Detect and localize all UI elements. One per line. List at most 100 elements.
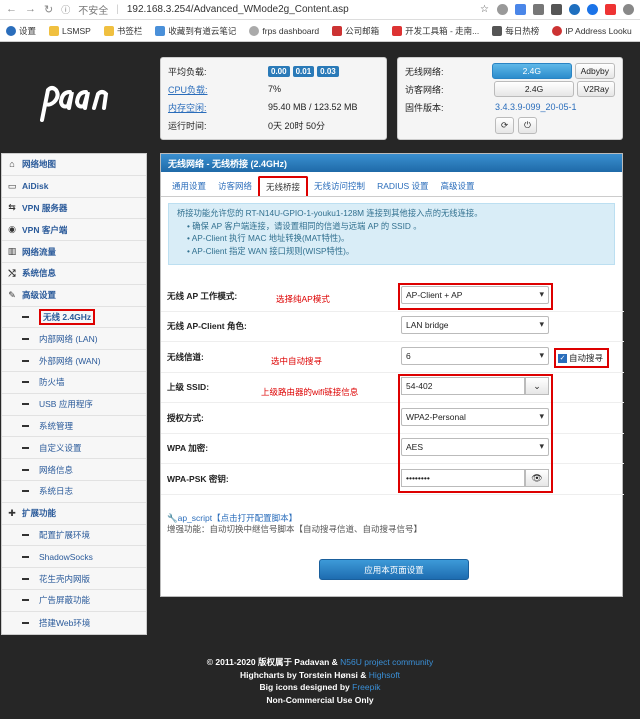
tab-radius[interactable]: RADIUS 设置 — [371, 176, 434, 196]
sidebar-item-network-map[interactable]: ⌂ 网络地图 — [2, 154, 146, 176]
forward-icon[interactable]: → — [25, 3, 36, 16]
translate-icon[interactable] — [515, 4, 526, 15]
sidebar-item-vpn-client[interactable]: ◉ VPN 客户端 — [2, 219, 146, 242]
footer-line4: Non-Commercial Use Only — [266, 694, 374, 705]
tab-advanced[interactable]: 高级设置 — [435, 176, 481, 196]
c-icon[interactable] — [569, 4, 580, 15]
cpu-value: 7% — [268, 84, 282, 94]
sidebar-item-vpn-server[interactable]: ⇆ VPN 服务器 — [2, 198, 146, 220]
wifi-2g-button[interactable]: 2.4G — [491, 63, 572, 79]
wifi-label: 无线网络: — [405, 66, 444, 77]
annotation-channel: 选中自动搜寻 — [271, 356, 323, 366]
extension-icon[interactable] — [497, 4, 508, 15]
new-icon[interactable] — [605, 4, 616, 15]
main-panel: 无线网络 - 无线桥接 (2.4GHz) 通用设置 访客网络 无线桥接 无线访问… — [160, 153, 624, 597]
tab-guest[interactable]: 访客网络 — [212, 176, 258, 196]
auto-scan-checkbox[interactable]: ✓ 自动搜寻 — [554, 348, 609, 368]
globe-icon — [249, 25, 260, 36]
tab-bridge[interactable]: 无线桥接 — [258, 176, 309, 196]
cpu-label[interactable]: CPU负载: — [168, 83, 268, 96]
sidebar-item-usb[interactable]: USB 应用程序 — [2, 394, 146, 416]
load-row: 平均负载: 0.00 0.01 0.03 — [161, 62, 386, 80]
url-text[interactable]: 192.168.3.254/Advanced_WMode2g_Content.a… — [127, 4, 472, 15]
bookmark-frps[interactable]: frps dashboard — [249, 25, 319, 36]
uptime-label: 运行时间: — [168, 120, 207, 131]
hot-icon — [492, 25, 503, 36]
ap-script-link[interactable]: 🔧ap_script【点击打开配置脚本】 — [167, 513, 422, 524]
sidebar-item-shadowsocks[interactable]: ShadowSocks — [2, 546, 146, 569]
power-icon[interactable]: ⏻ — [518, 116, 537, 134]
sidebar-item-sysinfo[interactable]: ⤭ 系统信息 — [2, 263, 146, 285]
sidebar-item-web-env[interactable]: 搭建Web环境 — [2, 612, 146, 634]
bookmark-youdao[interactable]: 收藏到有道云笔记 — [155, 25, 236, 37]
download-icon[interactable] — [551, 4, 562, 15]
bookmark-bar-folder[interactable]: 书签栏 — [103, 25, 142, 37]
apply-button[interactable]: 应用本页面设置 — [319, 559, 469, 580]
sidebar-item-adblock[interactable]: 广告屏蔽功能 — [2, 590, 146, 612]
v2ray-button[interactable]: V2Ray — [577, 81, 615, 97]
guest-2g-button[interactable]: 2.4G — [493, 81, 575, 97]
mem-row: 内存空闲: 95.40 MB / 123.52 MB — [161, 98, 386, 116]
tab-access-control[interactable]: 无线访问控制 — [308, 176, 371, 196]
ip-icon — [552, 25, 563, 36]
tab-general[interactable]: 通用设置 — [166, 176, 212, 196]
sidebar-item-peanut[interactable]: 花生壳内网版 — [2, 568, 146, 590]
sidebar-item-wan[interactable]: 外部网络 (WAN) — [2, 350, 146, 372]
power-row: ⟳ ⏻ — [398, 116, 622, 134]
sidebar-item-aidisk[interactable]: ▭ AiDisk — [2, 176, 146, 198]
sidebar-item-advanced[interactable]: ✎ 高级设置 — [2, 285, 146, 307]
channel-label: 无线信道: — [167, 352, 204, 362]
firmware-value[interactable]: 3.4.3.9-099_20-05-1 — [495, 102, 577, 112]
psk-label: WPA-PSK 密钥: — [167, 474, 229, 484]
bookmark-lsmsp[interactable]: LSMSP — [49, 25, 91, 36]
mem-label[interactable]: 内存空闲: — [168, 101, 268, 114]
footer-link-n56u[interactable]: N56U project community — [340, 657, 433, 667]
cpu-row: CPU负载: 7% — [161, 80, 386, 98]
sidebar-item-syslog[interactable]: 系统日志 — [2, 481, 146, 503]
bookmark-ip[interactable]: IP Address Looku — [552, 25, 632, 36]
sidebar-item-custom[interactable]: 自定义设置 — [2, 437, 146, 460]
sidebar-item-ext-env[interactable]: 配置扩展环境 — [2, 525, 146, 547]
sidebar: ⌂ 网络地图 ▭ AiDisk ⇆ VPN 服务器 ◉ VPN 客户端 ▥ 网络流量 ⤭ 系… — [1, 153, 147, 635]
camera-icon[interactable] — [533, 4, 544, 15]
menu-icon[interactable] — [623, 4, 634, 15]
ssid-label: 上级 SSID: — [167, 382, 210, 392]
padavan-logo — [40, 86, 109, 122]
load-5min: 0.01 — [292, 65, 315, 77]
info-intro: 桥接功能允许您的 RT-N14U-GPIO-1-youku1-128M 连接到其… — [177, 208, 483, 218]
wrench-icon: ✎ — [8, 289, 16, 300]
footer-link-highsoft[interactable]: Highsoft — [369, 670, 400, 680]
chrome-icon[interactable] — [587, 4, 598, 15]
info-icon[interactable]: ⓘ — [61, 3, 70, 16]
sidebar-item-netinfo[interactable]: 网络信息 — [2, 459, 146, 481]
bookmark-devtools[interactable]: 开发工具箱 - 走南... — [392, 25, 479, 37]
channel-select[interactable]: 6 — [401, 347, 549, 365]
sidebar-item-traffic[interactable]: ▥ 网络流量 — [2, 241, 146, 263]
load-15min: 0.03 — [317, 65, 339, 77]
drive-icon: ▭ — [7, 180, 17, 191]
adbyby-button[interactable]: Adbyby — [574, 63, 615, 79]
reload-icon[interactable]: ↻ — [44, 3, 53, 16]
guest-label: 访客网络: — [405, 84, 444, 95]
bookmark-hot[interactable]: 每日热榜 — [492, 25, 539, 37]
bookmark-mail[interactable]: 公司邮箱 — [332, 25, 379, 37]
bookmark-settings[interactable]: 设置 — [6, 25, 36, 37]
footer: © 2011-2020 版权属于 Padavan & N56U project … — [0, 656, 640, 706]
sidebar-item-extensions[interactable]: ✚ 扩展功能 — [2, 503, 146, 525]
sidebar-item-firewall[interactable]: 防火墙 — [2, 372, 146, 394]
star-icon[interactable]: ☆ — [480, 4, 489, 15]
info-item: • 确保 AP 客户端连接，请设置相同的信道与远端 AP 的 SSID 。 — [187, 220, 422, 231]
vpn-icon: ⇆ — [8, 202, 16, 213]
auto-scan-label: 自动搜寻 — [569, 353, 604, 363]
reboot-icon[interactable]: ⟳ — [495, 116, 515, 134]
row-ssid: 上级 SSID: 54-402 ⌄ — [161, 373, 624, 403]
back-icon[interactable]: ← — [6, 3, 17, 16]
sidebar-item-wireless-2g[interactable]: 无线 2.4GHz — [2, 307, 146, 329]
sidebar-item-lan[interactable]: 内部网络 (LAN) — [2, 328, 146, 351]
sidebar-item-admin[interactable]: 系统管理 — [2, 416, 146, 438]
uptime-value: 0天 20时 50分 — [268, 120, 326, 131]
encryption-label: WPA 加密: — [167, 443, 209, 453]
footer-link-freepik[interactable]: Freepik — [352, 682, 380, 692]
load-1min: 0.00 — [268, 65, 290, 77]
client-role-select[interactable]: LAN bridge — [401, 316, 549, 334]
